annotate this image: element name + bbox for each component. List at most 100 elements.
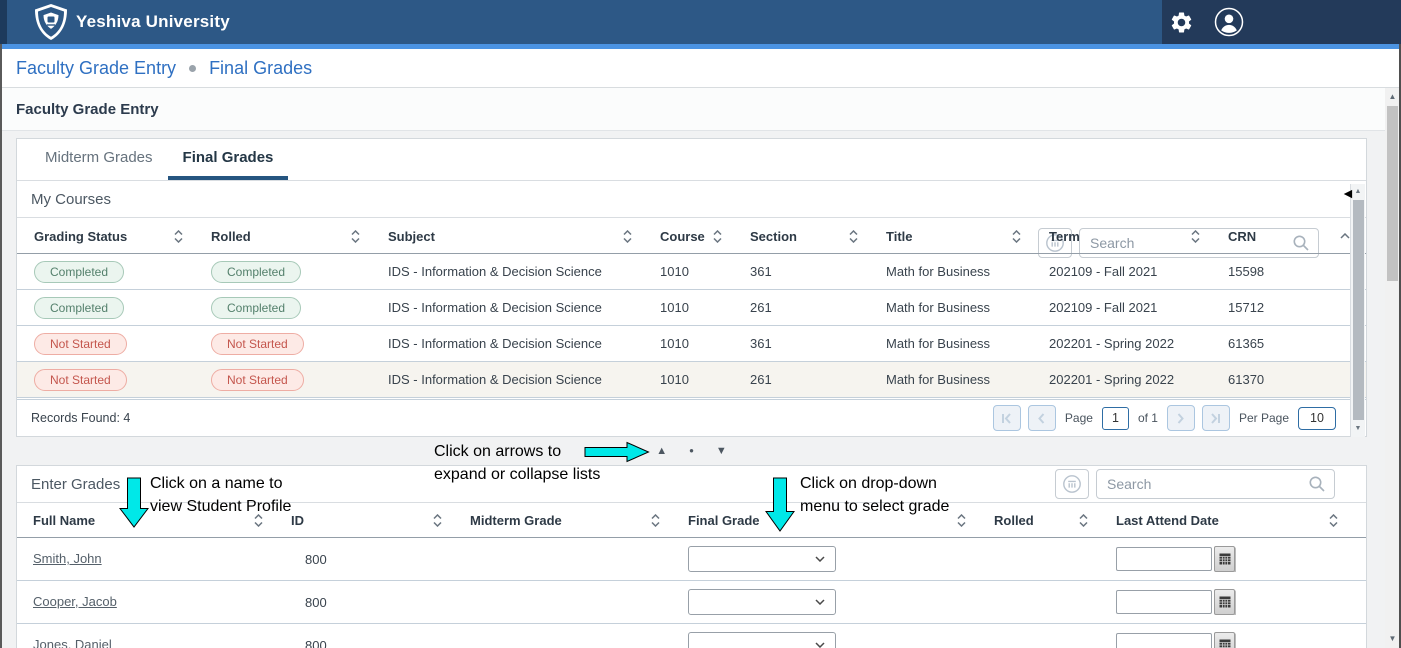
full-name-cell: Jones, Daniel [33,636,291,648]
sort-icon[interactable] [351,230,360,243]
courses-column-subject[interactable]: Subject [388,229,660,244]
sort-icon[interactable] [713,230,722,243]
final-grade-cell [688,589,994,615]
students-column-midterm-grade[interactable]: Midterm Grade [470,513,688,528]
courses-column-course[interactable]: Course [660,229,750,244]
enter-grades-title: Enter Grades [31,476,120,493]
course-row[interactable]: CompletedCompletedIDS - Information & De… [17,254,1366,290]
prev-page-button[interactable] [1028,405,1056,431]
last-attend-date-input[interactable] [1116,590,1212,614]
calendar-button[interactable] [1214,589,1235,615]
title-cell: Math for Business [886,264,1049,279]
sort-icon[interactable] [433,514,442,527]
crn-cell: 61365 [1228,336,1366,351]
courses-column-grading-status[interactable]: Grading Status [34,229,211,244]
header-right-panel [1162,0,1401,44]
page-scrollbar-thumb[interactable] [1387,106,1398,281]
collapse-column-icon[interactable] [1340,233,1350,239]
courses-column-title[interactable]: Title [886,229,1049,244]
page-scroll-up-icon[interactable]: ▲ [1385,90,1400,104]
column-label: Final Grade [688,513,760,528]
student-id-cell: 800 [291,638,470,648]
user-profile-icon[interactable] [1214,7,1244,37]
full-name-cell: Smith, John [33,550,291,568]
student-name-link[interactable]: Cooper, Jacob [33,594,117,609]
students-column-rolled[interactable]: Rolled [994,513,1116,528]
per-page-input[interactable] [1298,407,1336,430]
sort-icon[interactable] [849,230,858,243]
sort-icon[interactable] [651,514,660,527]
breadcrumb-final-grades[interactable]: Final Grades [209,58,312,79]
students-table-body: Smith, John800Cooper, Jacob800Jones, Dan… [17,538,1366,648]
student-row[interactable]: Cooper, Jacob 800 [17,581,1366,624]
scrollbar-thumb[interactable] [1353,200,1364,420]
page-scrollbar[interactable]: ▲ ▼ [1385,88,1400,648]
title-strip: Faculty Grade Entry [0,88,1385,131]
student-name-link[interactable]: Jones, Daniel [33,637,112,648]
sort-icon[interactable] [1329,514,1338,527]
column-label: Title [886,229,913,244]
column-label: Course [660,229,705,244]
full-name-cell: Cooper, Jacob [33,593,291,611]
settings-gear-icon[interactable] [1168,10,1194,36]
last-attend-date-cell [1116,632,1366,648]
page-label: Page [1065,411,1093,425]
grades-tools-button[interactable] [1055,469,1089,499]
column-label: Rolled [994,513,1034,528]
of-pages-label: of 1 [1138,411,1158,425]
calendar-button[interactable] [1214,632,1235,648]
student-id-cell: 800 [291,552,470,567]
page-scroll-down-icon[interactable]: ▼ [1385,632,1400,646]
course-row[interactable]: Not StartedNot StartedIDS - Information … [17,362,1366,398]
final-grade-select[interactable] [688,546,836,572]
column-label: Subject [388,229,435,244]
expand-up-control[interactable]: ▲ [656,446,667,457]
collapse-down-control[interactable]: ▼ [716,446,727,457]
scroll-down-icon[interactable]: ▼ [1351,422,1365,436]
students-column-id[interactable]: ID [291,513,470,528]
sort-icon[interactable] [1012,230,1021,243]
annotation-arrow-down-icon [119,477,149,528]
tab-midterm-grades[interactable]: Midterm Grades [30,139,168,180]
courses-column-section[interactable]: Section [750,229,886,244]
calendar-button[interactable] [1214,546,1235,572]
students-column-last-attend-date[interactable]: Last Attend Date [1116,513,1366,528]
my-courses-panel: Midterm Grades Final Grades My Courses G… [16,138,1367,437]
student-row[interactable]: Jones, Daniel 800 [17,624,1366,648]
courses-table-body: CompletedCompletedIDS - Information & De… [17,254,1366,398]
sort-icon[interactable] [1079,514,1088,527]
grades-search-box [1096,469,1335,499]
courses-column-term[interactable]: Term [1049,229,1228,244]
first-page-button[interactable] [993,405,1021,431]
grades-search-input[interactable] [1097,476,1308,492]
grading-status-cell: Not Started [34,333,211,355]
courses-column-rolled[interactable]: Rolled [211,229,388,244]
sort-icon[interactable] [957,514,966,527]
divider-dot-control[interactable]: ● [689,447,694,455]
last-attend-date-input[interactable] [1116,633,1212,648]
records-found-label: Records Found: 4 [31,411,130,425]
sort-icon[interactable] [623,230,632,243]
rolled-cell: Completed [211,261,388,283]
final-grade-select[interactable] [688,589,836,615]
sort-icon[interactable] [174,230,183,243]
tab-final-grades[interactable]: Final Grades [168,139,289,180]
breadcrumb-faculty-grade-entry[interactable]: Faculty Grade Entry [16,58,176,79]
course-row[interactable]: CompletedCompletedIDS - Information & De… [17,290,1366,326]
next-page-button[interactable] [1167,405,1195,431]
student-id-cell: 800 [291,595,470,610]
last-page-button[interactable] [1202,405,1230,431]
window-left-edge [0,44,2,648]
final-grade-select[interactable] [688,632,836,648]
sort-icon[interactable] [1191,230,1200,243]
student-row[interactable]: Smith, John 800 [17,538,1366,581]
breadcrumb: Faculty Grade Entry Final Grades [0,49,1401,88]
student-name-link[interactable]: Smith, John [33,551,102,566]
title-cell: Math for Business [886,300,1049,315]
page-number-input[interactable] [1102,407,1129,430]
title-cell: Math for Business [886,372,1049,387]
course-row[interactable]: Not StartedNot StartedIDS - Information … [17,326,1366,362]
annotation-expand-collapse: Click on arrows toexpand or collapse lis… [434,440,600,486]
courses-table-scrollbar[interactable]: ▲ ▼ [1350,184,1365,437]
last-attend-date-input[interactable] [1116,547,1212,571]
